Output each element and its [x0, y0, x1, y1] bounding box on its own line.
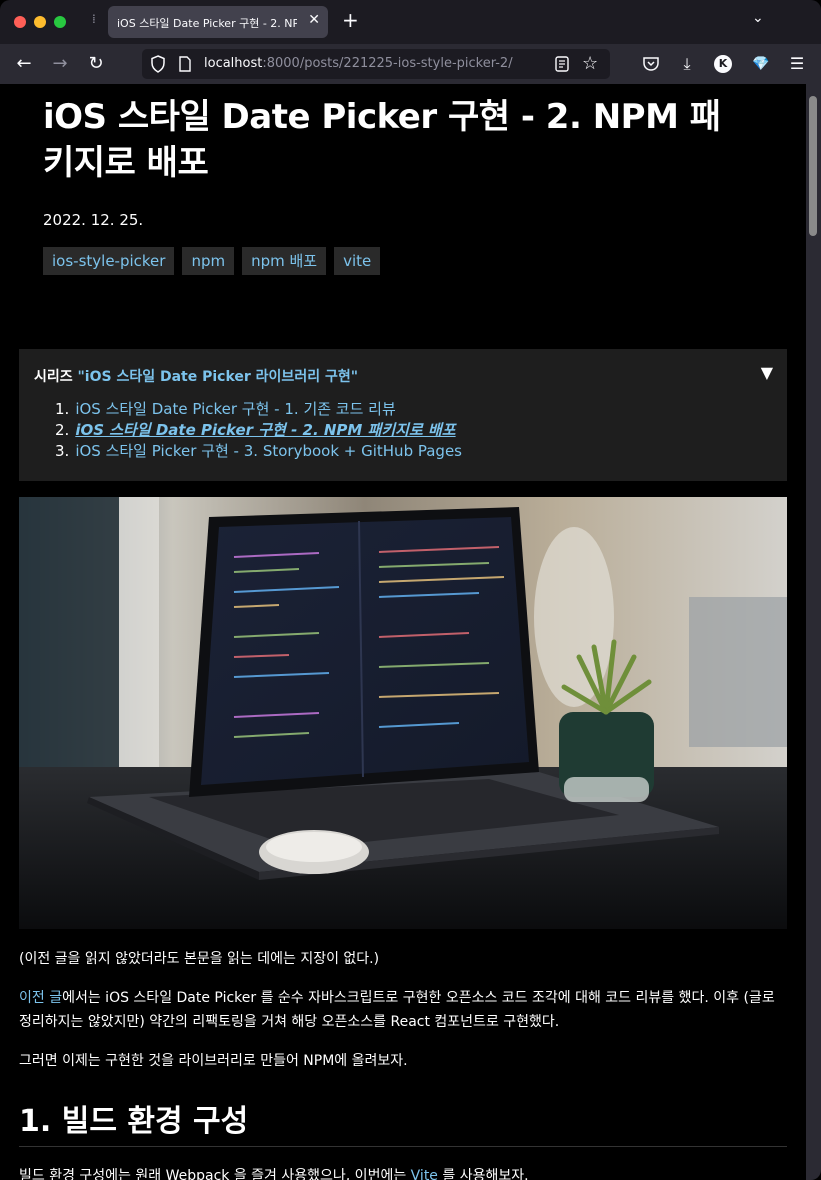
series-link-2[interactable]: iOS 스타일 Date Picker 구현 - 2. NPM 패키지로 배포: [75, 421, 455, 439]
post-title: iOS 스타일 Date Picker 구현 - 2. NPM 패키지로 배포: [43, 97, 721, 183]
extension-gem-icon[interactable]: 💎: [750, 52, 772, 76]
tab-strip: ⁞ iOS 스타일 Date Picker 구현 - 2. NPM 패키지로 배…: [0, 0, 821, 44]
series-item-number: 2.: [55, 421, 70, 439]
section-heading: 1. 빌드 환경 구성: [19, 1104, 249, 1139]
previous-post-link[interactable]: 이전 글: [19, 990, 62, 1006]
url-host: localhost: [204, 56, 263, 71]
series-box: 시리즈 "iOS 스타일 Date Picker 라이브러리 구현" ▼ 1. i…: [19, 349, 787, 481]
back-arrow-icon[interactable]: ←: [12, 52, 36, 76]
image-caption: (이전 글을 읽지 않았더라도 본문을 읽는 데에는 지장이 없다.): [19, 951, 380, 967]
close-window-button[interactable]: [14, 16, 26, 28]
intro-text: 에서는 iOS 스타일 Date Picker 를 순수 자바스크립트로 구현한…: [19, 990, 775, 1030]
chevron-down-icon[interactable]: ⌄: [752, 10, 764, 26]
star-icon[interactable]: ☆: [582, 53, 598, 74]
forward-arrow-icon[interactable]: →: [48, 52, 72, 76]
pocket-icon[interactable]: [640, 52, 662, 76]
series-item-number: 3.: [55, 442, 70, 460]
series-item-number: 1.: [55, 400, 70, 418]
page-content: iOS 스타일 Date Picker 구현 - 2. NPM 패키지로 배포 …: [0, 84, 806, 1180]
download-icon[interactable]: ⤓: [676, 52, 698, 76]
section-divider: [19, 1146, 787, 1147]
tab-divider: ⁞: [92, 12, 96, 26]
scrollbar-thumb[interactable]: [809, 96, 817, 236]
tab-close-icon[interactable]: ✕: [308, 12, 320, 28]
series-link-1[interactable]: iOS 스타일 Date Picker 구현 - 1. 기존 코드 리뷰: [75, 400, 395, 418]
tag-npm[interactable]: npm: [182, 247, 235, 275]
active-tab[interactable]: iOS 스타일 Date Picker 구현 - 2. NPM 패키지로 배포 …: [108, 6, 328, 38]
minimize-window-button[interactable]: [34, 16, 46, 28]
build-env-paragraph: 빌드 환경 구성에는 원래 Webpack 을 즐겨 사용했으나, 이번에는 V…: [19, 1164, 785, 1180]
page-icon: [179, 56, 191, 72]
address-bar[interactable]: localhost:8000/posts/221225-ios-style-pi…: [142, 49, 610, 79]
series-name: "iOS 스타일 Date Picker 라이브러리 구현": [77, 369, 359, 385]
series-list: 1. iOS 스타일 Date Picker 구현 - 1. 기존 코드 리뷰 2…: [55, 399, 462, 462]
menu-icon[interactable]: ☰: [786, 52, 808, 76]
series-link-3[interactable]: iOS 스타일 Picker 구현 - 3. Storybook + GitHu…: [75, 442, 462, 460]
tag-ios-style-picker[interactable]: ios-style-picker: [43, 247, 175, 275]
tag-vite[interactable]: vite: [334, 247, 381, 275]
url-path: :8000/posts/221225-ios-style-picker-2/: [262, 56, 513, 71]
account-icon[interactable]: K: [714, 55, 732, 73]
series-item: 3. iOS 스타일 Picker 구현 - 3. Storybook + Git…: [55, 441, 462, 462]
series-label: 시리즈: [34, 369, 73, 385]
browser-window: ⁞ iOS 스타일 Date Picker 구현 - 2. NPM 패키지로 배…: [0, 0, 821, 1180]
series-item-current: 2. iOS 스타일 Date Picker 구현 - 2. NPM 패키지로 배…: [55, 420, 462, 441]
shield-icon[interactable]: [150, 55, 166, 73]
series-toggle-icon[interactable]: ▼: [761, 363, 773, 382]
tag-npm-deploy[interactable]: npm 배포: [242, 247, 327, 275]
next-step-paragraph: 그러면 이제는 구현한 것을 라이브러리로 만들어 NPM에 올려보자.: [19, 1053, 408, 1069]
reload-icon[interactable]: ↻: [84, 52, 108, 76]
navigation-bar: ← → ↻ localhost:8000/posts/221225-ios-st…: [0, 44, 821, 84]
scrollbar[interactable]: [806, 84, 821, 1180]
new-tab-button[interactable]: +: [342, 8, 359, 32]
tab-title: iOS 스타일 Date Picker 구현 - 2. NPM 패키지로 배포: [117, 17, 297, 30]
reader-view-icon[interactable]: [554, 55, 570, 73]
tag-list: ios-style-picker npm npm 배포 vite: [43, 247, 381, 275]
build-env-text-after: 를 사용해보자.: [437, 1168, 529, 1180]
url-text[interactable]: localhost:8000/posts/221225-ios-style-pi…: [204, 56, 513, 71]
intro-paragraph: 이전 글에서는 iOS 스타일 Date Picker 를 순수 자바스크립트로…: [19, 986, 785, 1034]
build-env-text-before: 빌드 환경 구성에는 원래 Webpack 을 즐겨 사용했으나, 이번에는: [19, 1168, 411, 1180]
hero-image-laptop: [19, 497, 787, 929]
post-date: 2022. 12. 25.: [43, 211, 144, 229]
vite-link[interactable]: Vite: [411, 1168, 438, 1180]
series-item: 1. iOS 스타일 Date Picker 구현 - 1. 기존 코드 리뷰: [55, 399, 462, 420]
zoom-window-button[interactable]: [54, 16, 66, 28]
series-header[interactable]: 시리즈 "iOS 스타일 Date Picker 라이브러리 구현": [34, 366, 358, 386]
